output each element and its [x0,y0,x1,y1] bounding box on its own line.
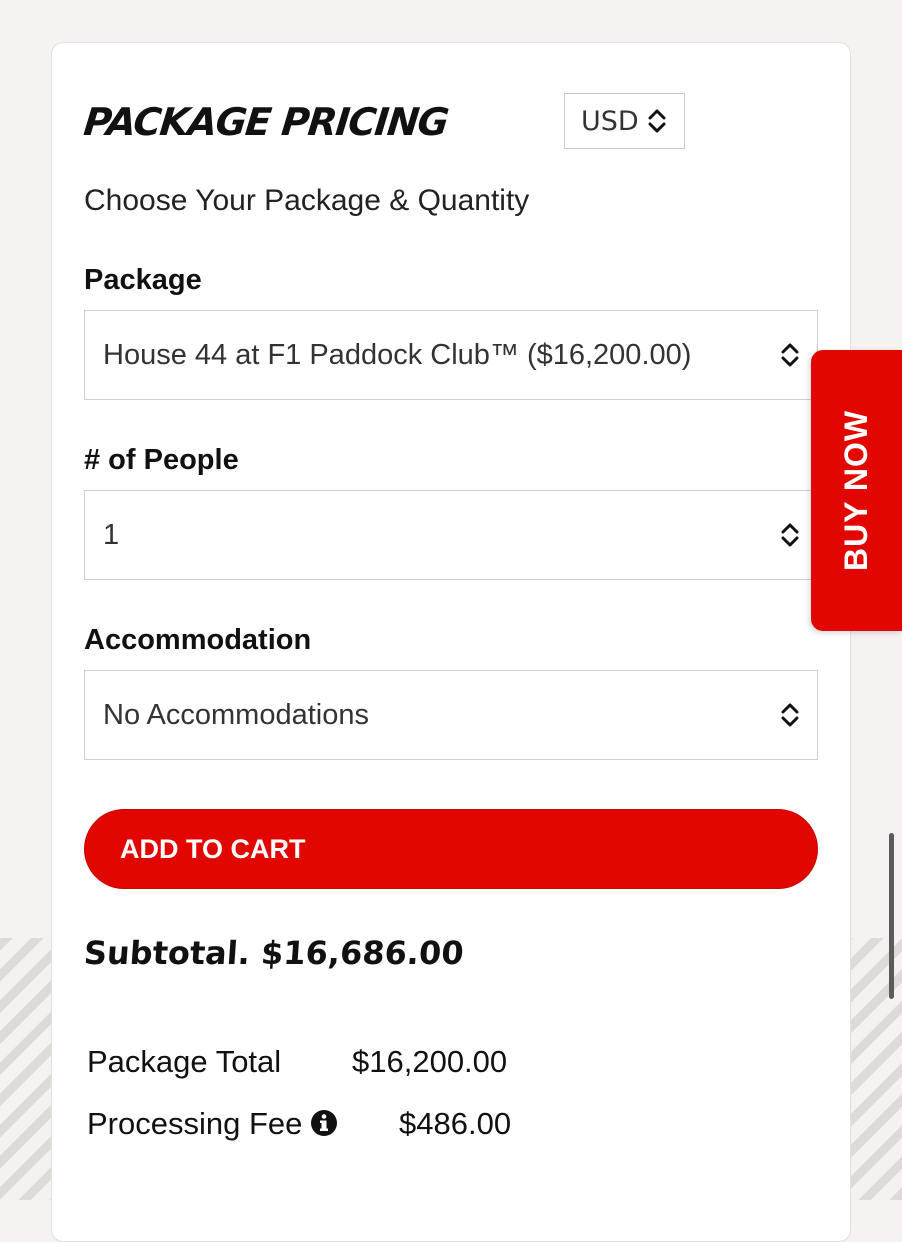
accommodation-label: Accommodation [84,624,312,656]
subtotal: Subtotal. $16,686.00 [82,934,465,972]
package-select-value: House 44 at F1 Paddock Club™ ($16,200.00… [103,338,692,371]
buy-now-button[interactable]: BUY NOW [811,350,902,631]
add-to-cart-button[interactable]: ADD TO CART [84,809,818,889]
chevron-up-down-icon [648,109,666,133]
people-select-value: 1 [103,518,120,551]
add-to-cart-label: ADD TO CART [120,833,306,864]
package-total-value: $16,200.00 [352,1044,508,1079]
processing-fee-row: Processing Fee [87,1106,338,1142]
page-title: PACKAGE PRICING [81,100,450,144]
chevron-up-down-icon [781,523,799,547]
currency-value: USD [581,105,639,137]
processing-fee-value: $486.00 [399,1106,512,1141]
people-select[interactable]: 1 [84,490,818,580]
package-total-label: Package Total [87,1044,282,1079]
chevron-up-down-icon [781,343,799,367]
accommodation-select[interactable]: No Accommodations [84,670,818,760]
package-label: Package [84,264,202,296]
subtitle: Choose Your Package & Quantity [84,184,530,217]
scrollbar[interactable] [889,833,894,999]
package-select[interactable]: House 44 at F1 Paddock Club™ ($16,200.00… [84,310,818,400]
info-icon[interactable] [310,1109,338,1137]
currency-select[interactable]: USD [564,93,685,149]
people-label: # of People [84,444,239,476]
accommodation-select-value: No Accommodations [103,698,369,731]
buy-now-label: BUY NOW [838,409,875,572]
processing-fee-label: Processing Fee [87,1106,303,1141]
chevron-up-down-icon [781,703,799,727]
